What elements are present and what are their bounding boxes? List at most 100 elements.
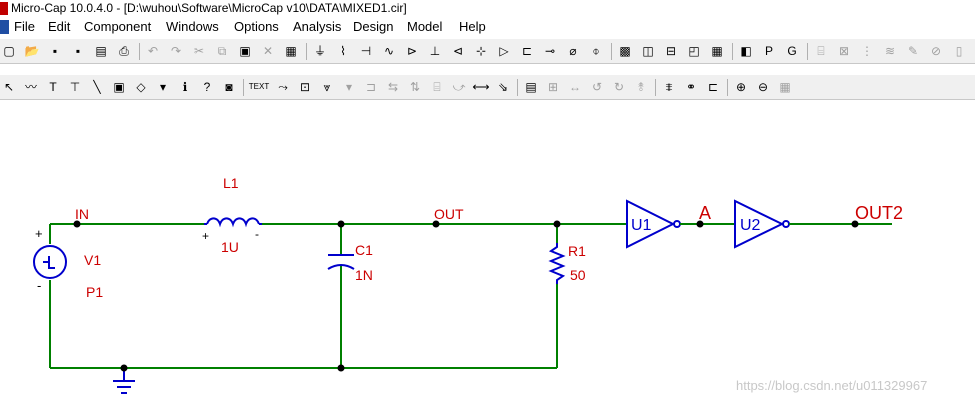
connect-icon[interactable]: ⟷ <box>472 78 490 96</box>
text-toggle-icon[interactable]: TEXT <box>248 78 270 96</box>
save-all-icon[interactable]: ▪ <box>69 42 87 60</box>
help-icon[interactable]: ? <box>198 78 216 96</box>
binoculars-icon[interactable]: ⚭ <box>682 78 700 96</box>
node-dot-out[interactable] <box>432 220 440 228</box>
zoom-lens-icon[interactable]: ⊘ <box>927 42 945 60</box>
attribute-icon[interactable]: ⌸ <box>812 42 830 60</box>
cascade-windows-icon[interactable]: ▩ <box>616 42 634 60</box>
source-icon[interactable]: ⌽ <box>587 42 605 60</box>
delete-icon[interactable]: ✕ <box>259 42 277 60</box>
node-dot-out2[interactable] <box>851 220 859 228</box>
opamp-icon[interactable]: ▷ <box>495 42 513 60</box>
wire-icon[interactable]: ⊸ <box>541 42 559 60</box>
print-icon[interactable]: ⎙ <box>115 42 133 60</box>
mirror-icon[interactable]: ⇆ <box>384 78 402 96</box>
rotate-left-icon[interactable]: ↺ <box>588 78 606 96</box>
zoom-fit-icon[interactable]: ▦ <box>776 78 794 96</box>
ground-symbol[interactable] <box>113 368 135 394</box>
flag-icon[interactable]: ▣ <box>110 78 128 96</box>
align-icon[interactable]: ⊞ <box>544 78 562 96</box>
flip-icon[interactable]: ⇅ <box>406 78 424 96</box>
voltage-source-v1[interactable] <box>33 245 67 279</box>
node-dot-a[interactable] <box>696 220 704 228</box>
menu-edit[interactable]: Edit <box>48 17 70 37</box>
format-icon[interactable]: ⋮ <box>858 42 876 60</box>
page-text-icon[interactable]: P <box>760 42 778 60</box>
inductor-l1[interactable] <box>204 217 262 228</box>
menu-component[interactable]: Component <box>84 17 151 37</box>
menu-design[interactable]: Design <box>353 17 393 37</box>
move-icon[interactable]: ⇘ <box>494 78 512 96</box>
copy-icon[interactable]: ⧉ <box>213 42 231 60</box>
save-icon[interactable]: ▪ <box>46 42 64 60</box>
node-dot-c1-bottom[interactable] <box>337 364 345 372</box>
cut-icon[interactable]: ✂ <box>190 42 208 60</box>
node-dot-r1-top[interactable] <box>553 220 561 228</box>
paste-icon[interactable]: ▣ <box>236 42 254 60</box>
split-window-icon[interactable]: ◰ <box>685 42 703 60</box>
title-bar: Micro-Cap 10.0.4.0 - [D:\wuhou\Software\… <box>0 0 975 17</box>
space-icon[interactable]: ↔ <box>566 78 584 96</box>
tile-horizontal-icon[interactable]: ⊟ <box>662 42 680 60</box>
print-preview-icon[interactable]: ▤ <box>92 42 110 60</box>
component-panel-icon[interactable]: ◧ <box>737 42 755 60</box>
node-dot-in[interactable] <box>73 220 81 228</box>
resistor-r1[interactable] <box>548 243 566 284</box>
schematic-canvas[interactable]: + - V1 P1 + - L1 1U C1 1N R1 50 U1 U2 IN… <box>0 104 975 406</box>
shape-icon[interactable]: ◇ <box>132 78 150 96</box>
zener-icon[interactable]: ⊲ <box>449 42 467 60</box>
switch-icon[interactable]: ⊏ <box>518 42 536 60</box>
text-mode-icon[interactable]: T <box>44 78 62 96</box>
step-icon[interactable]: ⤻ <box>450 78 468 96</box>
node-icon[interactable]: ⌀ <box>564 42 582 60</box>
undo-icon[interactable]: ↶ <box>144 42 162 60</box>
new-file-icon[interactable]: ▢ <box>0 42 18 60</box>
info-icon[interactable]: ℹ <box>176 78 194 96</box>
ground-icon[interactable]: ⏚ <box>311 42 329 60</box>
diode-icon[interactable]: ⊳ <box>403 42 421 60</box>
diagonal-wire-icon[interactable]: ╲ <box>88 78 106 96</box>
document-icon[interactable] <box>0 20 9 34</box>
menu-windows[interactable]: Windows <box>166 17 219 37</box>
dropdown-arrow-icon[interactable]: ▾ <box>154 78 172 96</box>
node-dot-ground[interactable] <box>120 364 128 372</box>
zoom-in-icon[interactable]: ⊕ <box>732 78 750 96</box>
box-icon[interactable]: ⌸ <box>428 78 446 96</box>
pencil-icon[interactable]: ✎ <box>904 42 922 60</box>
inductor-icon[interactable]: ∿ <box>380 42 398 60</box>
node-dot-c1-top[interactable] <box>337 220 345 228</box>
grid-text-icon[interactable]: G <box>783 42 801 60</box>
image-icon[interactable]: ⊠ <box>835 42 853 60</box>
menu-model[interactable]: Model <box>407 17 442 37</box>
calculator-icon[interactable]: ▦ <box>708 42 726 60</box>
redo-icon[interactable]: ↷ <box>167 42 185 60</box>
battery-icon[interactable]: ⊥ <box>426 42 444 60</box>
node-numbers-icon[interactable]: ⤳ <box>274 78 292 96</box>
menu-options[interactable]: Options <box>234 17 279 37</box>
sweep-icon[interactable]: ⩨ <box>660 78 678 96</box>
rotate-icon[interactable]: ⊐ <box>362 78 380 96</box>
properties-icon[interactable]: ▤ <box>522 78 540 96</box>
rotate-right-icon[interactable]: ↻ <box>610 78 628 96</box>
attribute-text-icon[interactable]: ⊡ <box>296 78 314 96</box>
panel-icon[interactable]: ▯ <box>950 42 968 60</box>
transistor-icon[interactable]: ⊹ <box>472 42 490 60</box>
menu-file[interactable]: File <box>14 17 35 37</box>
probe-icon[interactable]: ◙ <box>220 78 238 96</box>
flip-vertical-icon[interactable]: ⥉ <box>632 78 650 96</box>
wave-icon[interactable]: ≋ <box>881 42 899 60</box>
goto-icon[interactable]: ⊏ <box>704 78 722 96</box>
menu-help[interactable]: Help <box>459 17 486 37</box>
tile-vertical-icon[interactable]: ◫ <box>639 42 657 60</box>
select-mode-icon[interactable]: ↖ <box>0 78 18 96</box>
dropdown-arrow-2-icon[interactable]: ▾ <box>340 78 358 96</box>
open-folder-icon[interactable]: 📂 <box>23 42 41 60</box>
pin-connections-icon[interactable]: ⩔ <box>318 78 336 96</box>
menu-analysis[interactable]: Analysis <box>293 17 341 37</box>
orthogonal-wire-icon[interactable]: ⊤ <box>66 78 84 96</box>
resistor-icon[interactable]: ⌇ <box>334 42 352 60</box>
capacitor-icon[interactable]: ⊣ <box>357 42 375 60</box>
wire-mode-icon[interactable]: 〰 <box>22 78 40 96</box>
zoom-out-icon[interactable]: ⊖ <box>754 78 772 96</box>
select-all-icon[interactable]: ▦ <box>282 42 300 60</box>
